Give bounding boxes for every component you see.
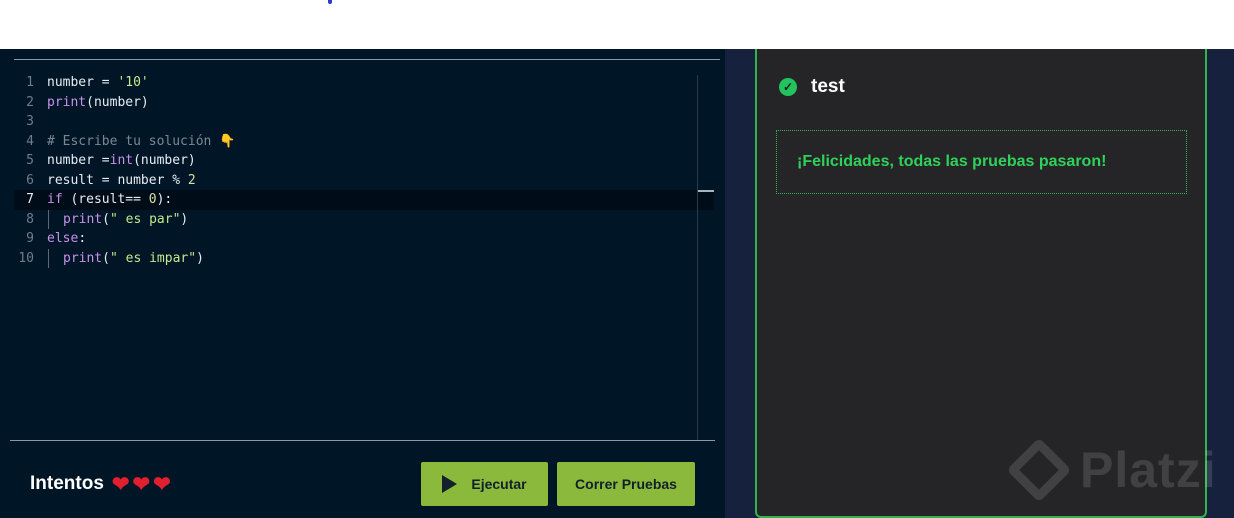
code-token: else (47, 231, 79, 246)
code-line[interactable]: 9 else: (14, 229, 714, 249)
run-tests-button[interactable]: Correr Pruebas (557, 462, 695, 506)
code-token: ( (102, 250, 110, 266)
code-token: '10' (117, 75, 149, 90)
line-number: 4 (26, 133, 34, 149)
attempts-counter: Intentos ❤ ❤ ❤ (30, 470, 171, 498)
code-line[interactable]: 8 print(" es par") (14, 209, 714, 230)
line-number: 7 (26, 192, 34, 207)
play-icon (442, 475, 458, 493)
code-token: # Escribe tu solución 👇 (47, 133, 236, 149)
indent-guide (48, 248, 49, 268)
line-source: print(" es impar") (63, 249, 204, 269)
success-message-box: ¡Felicidades, todas las pruebas pasaron! (776, 130, 1187, 194)
code-token: number = (47, 153, 110, 168)
watermark-text: Platzi (1080, 442, 1217, 498)
test-name: test (811, 76, 845, 97)
success-message: ¡Felicidades, todas las pruebas pasaron! (797, 153, 1107, 170)
platzi-logo-icon (1006, 437, 1072, 503)
code-token: : (78, 231, 87, 246)
line-source: # Escribe tu solución 👇 (47, 132, 235, 152)
editor-top-divider (14, 59, 720, 60)
attempts-label: Intentos (30, 473, 104, 494)
line-number: 3 (26, 114, 34, 129)
line-number: 5 (26, 153, 34, 168)
code-line[interactable]: 1 number = '10' (14, 73, 714, 93)
indent-guide (48, 209, 49, 229)
line-source: if (result== 0): (47, 190, 172, 210)
code-token: int (109, 153, 134, 168)
line-number: 9 (26, 231, 34, 246)
code-token: (number) (86, 94, 149, 110)
code-line[interactable]: 7 if (result== 0): (14, 190, 714, 210)
heart-icon: ❤ (132, 472, 151, 496)
line-source: number = '10' (47, 73, 149, 93)
code-line[interactable]: 10 print(" es impar") (14, 248, 714, 269)
editor-bottom-divider (10, 440, 715, 441)
code-token: result = number % (47, 172, 188, 188)
code-token: print (63, 211, 103, 227)
code-token: print (63, 250, 103, 266)
heart-icon: ❤ (111, 472, 130, 496)
line-number: 2 (26, 94, 34, 110)
line-source: print(number) (47, 93, 149, 113)
code-token: ( (102, 211, 110, 227)
line-number: 10 (18, 250, 34, 266)
line-source: else: (47, 229, 86, 249)
code-editor-panel: 1 number = '10' 2 print(number) 3 4 # Escribe … (0, 49, 725, 518)
code-token: ) (180, 211, 189, 227)
code-line[interactable]: 3 (14, 112, 714, 132)
code-token: ) (196, 250, 204, 266)
line-source: number =int(number) (47, 151, 196, 171)
code-line[interactable]: 6 result = number % 2 (14, 171, 714, 191)
platzi-watermark: Platzi (1006, 437, 1217, 503)
code-token: (result== (62, 192, 149, 207)
top-bar (0, 0, 1234, 49)
line-source: print(" es par") (63, 210, 188, 230)
code-token: number = (47, 75, 118, 90)
run-tests-button-label: Correr Pruebas (575, 476, 677, 492)
code-editor[interactable]: 1 number = '10' 2 print(number) 3 4 # Escribe … (14, 73, 714, 433)
line-source: result = number % 2 (47, 171, 196, 191)
code-token: 2 (187, 172, 196, 188)
code-token: (number) (133, 153, 196, 168)
code-line[interactable]: 2 print(number) (14, 93, 714, 113)
top-indicator (328, 0, 332, 4)
line-number: 8 (26, 211, 34, 227)
code-token: if (47, 192, 63, 207)
code-token: " es impar" (109, 250, 197, 266)
code-token: " es par" (109, 211, 181, 227)
test-result-row: ✓ test (779, 76, 845, 98)
run-button-label: Ejecutar (471, 476, 527, 492)
code-line[interactable]: 5 number =int(number) (14, 151, 714, 171)
code-token: 0 (148, 192, 157, 207)
run-button[interactable]: Ejecutar (421, 462, 548, 506)
code-line[interactable]: 4 # Escribe tu solución 👇 (14, 132, 714, 152)
line-number: 6 (26, 172, 34, 188)
editor-scrollbar-track[interactable] (697, 75, 698, 441)
hearts-row: ❤ ❤ ❤ (112, 474, 171, 495)
check-circle-icon: ✓ (779, 78, 797, 96)
line-number: 1 (26, 75, 34, 90)
code-token: ): (156, 192, 173, 207)
code-token: print (47, 94, 87, 110)
editor-scrollbar-marker[interactable] (698, 190, 714, 192)
heart-icon: ❤ (153, 472, 171, 496)
